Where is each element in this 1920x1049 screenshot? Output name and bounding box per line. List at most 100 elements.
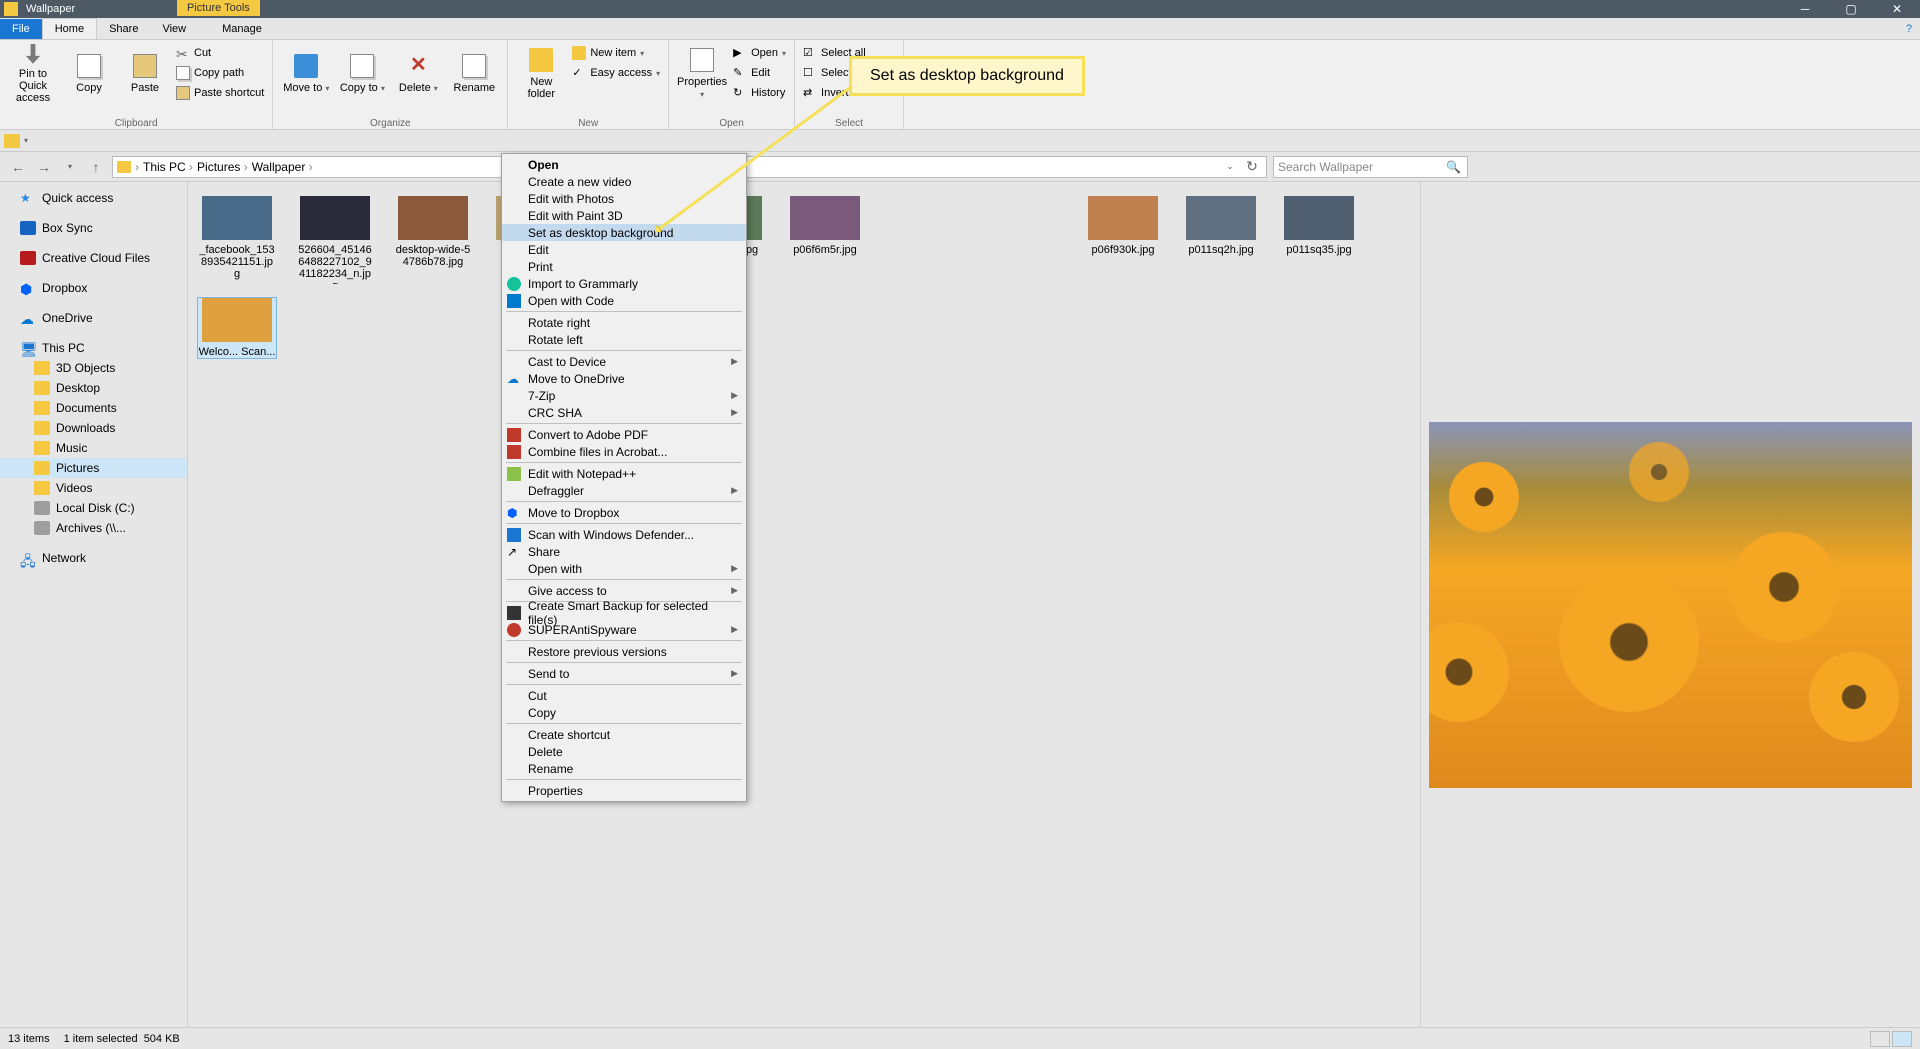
properties-button[interactable]: Properties ▾ <box>677 44 727 104</box>
recent-dropdown[interactable]: ▾ <box>60 157 80 177</box>
ctx-open[interactable]: Open <box>502 156 746 173</box>
ctx-create-video[interactable]: Create a new video <box>502 173 746 190</box>
minimize-button[interactable]: ─ <box>1782 0 1828 18</box>
tab-home[interactable]: Home <box>42 18 97 39</box>
ctx-combine-acrobat[interactable]: Combine files in Acrobat... <box>502 443 746 460</box>
sidebar-dropbox[interactable]: ⬢Dropbox <box>0 278 187 298</box>
sidebar-downloads[interactable]: Downloads <box>0 418 187 438</box>
tab-view[interactable]: View <box>150 19 198 39</box>
file-thumbnail[interactable]: _facebook_1538935421151.jpg <box>198 196 276 284</box>
back-button[interactable]: ← <box>8 157 28 177</box>
ctx-crc-sha[interactable]: CRC SHA▶ <box>502 404 746 421</box>
file-thumbnail[interactable]: p06f6m5r.jpg <box>786 196 864 284</box>
new-folder-button[interactable]: New folder <box>516 44 566 104</box>
copy-button[interactable]: Copy <box>64 44 114 104</box>
ctx-open-with[interactable]: Open with▶ <box>502 560 746 577</box>
ctx-restore-previous[interactable]: Restore previous versions <box>502 643 746 660</box>
ctx-rotate-right[interactable]: Rotate right <box>502 314 746 331</box>
tab-file[interactable]: File <box>0 19 42 39</box>
ctx-rename[interactable]: Rename <box>502 760 746 777</box>
ctx-defraggler[interactable]: Defraggler▶ <box>502 482 746 499</box>
file-pane[interactable]: _facebook_1538935421151.jpg 526604_451466… <box>188 182 1420 1027</box>
addr-dropdown[interactable]: ⌄ <box>1220 157 1240 177</box>
sidebar-pictures[interactable]: Pictures <box>0 458 187 478</box>
view-thumbnails-button[interactable] <box>1892 1031 1912 1047</box>
ctx-copy[interactable]: Copy <box>502 704 746 721</box>
sidebar-cc-files[interactable]: Creative Cloud Files <box>0 248 187 268</box>
paste-button[interactable]: Paste <box>120 44 170 104</box>
sidebar-quick-access[interactable]: ★Quick access <box>0 188 187 208</box>
ctx-cast[interactable]: Cast to Device▶ <box>502 353 746 370</box>
ctx-edit-notepad[interactable]: Edit with Notepad++ <box>502 465 746 482</box>
sidebar-this-pc[interactable]: 🖥This PC <box>0 338 187 358</box>
file-thumbnail[interactable]: desktop-wide-54786b78.jpg <box>394 196 472 284</box>
ctx-properties[interactable]: Properties <box>502 782 746 799</box>
delete-button[interactable]: ✕Delete ▾ <box>393 44 443 104</box>
help-button[interactable]: ? <box>1898 19 1920 39</box>
forward-button[interactable]: → <box>34 157 54 177</box>
ctx-move-dropbox[interactable]: ⬢Move to Dropbox <box>502 504 746 521</box>
ctx-edit[interactable]: Edit <box>502 241 746 258</box>
pin-quick-access-button[interactable]: Pin to Quick access <box>8 44 58 104</box>
ctx-scan-defender[interactable]: Scan with Windows Defender... <box>502 526 746 543</box>
ctx-print[interactable]: Print <box>502 258 746 275</box>
ctx-delete[interactable]: Delete <box>502 743 746 760</box>
ctx-smart-backup[interactable]: Create Smart Backup for selected file(s) <box>502 604 746 621</box>
edit-button[interactable]: ✎Edit <box>733 64 786 82</box>
search-input[interactable]: Search Wallpaper 🔍 <box>1273 156 1468 178</box>
sidebar-desktop[interactable]: Desktop <box>0 378 187 398</box>
ctx-give-access[interactable]: Give access to▶ <box>502 582 746 599</box>
ctx-superantispyware[interactable]: SUPERAntiSpyware▶ <box>502 621 746 638</box>
cut-button[interactable]: ✂Cut <box>176 44 264 62</box>
file-thumbnail[interactable]: p011sq2h.jpg <box>1182 196 1260 284</box>
ctx-share[interactable]: ↗Share <box>502 543 746 560</box>
sidebar-music[interactable]: Music <box>0 438 187 458</box>
ctx-cut[interactable]: Cut <box>502 687 746 704</box>
ctx-send-to[interactable]: Send to▶ <box>502 665 746 682</box>
ctx-convert-pdf[interactable]: Convert to Adobe PDF <box>502 426 746 443</box>
close-button[interactable]: ✕ <box>1874 0 1920 18</box>
disk-icon <box>34 501 50 515</box>
tab-manage[interactable]: Manage <box>210 19 274 39</box>
sidebar-3d-objects[interactable]: 3D Objects <box>0 358 187 378</box>
ctx-rotate-left[interactable]: Rotate left <box>502 331 746 348</box>
ctx-create-shortcut[interactable]: Create shortcut <box>502 726 746 743</box>
sidebar-local-disk[interactable]: Local Disk (C:) <box>0 498 187 518</box>
breadcrumb-thispc[interactable]: This PC <box>143 160 193 174</box>
ctx-import-grammarly[interactable]: Import to Grammarly <box>502 275 746 292</box>
ctx-7zip[interactable]: 7-Zip▶ <box>502 387 746 404</box>
sidebar-onedrive[interactable]: ☁OneDrive <box>0 308 187 328</box>
ctx-set-background[interactable]: Set as desktop background <box>502 224 746 241</box>
refresh-button[interactable]: ↻ <box>1242 157 1262 177</box>
sidebar-videos[interactable]: Videos <box>0 478 187 498</box>
move-to-button[interactable]: Move to ▾ <box>281 44 331 104</box>
tab-share[interactable]: Share <box>97 19 150 39</box>
ctx-edit-photos[interactable]: Edit with Photos <box>502 190 746 207</box>
file-thumbnail[interactable]: p011sq35.jpg <box>1280 196 1358 284</box>
sidebar-documents[interactable]: Documents <box>0 398 187 418</box>
copy-to-button[interactable]: Copy to ▾ <box>337 44 387 104</box>
breadcrumb-wallpaper[interactable]: Wallpaper <box>252 160 313 174</box>
breadcrumb-pictures[interactable]: Pictures <box>197 160 248 174</box>
rename-button[interactable]: Rename <box>449 44 499 104</box>
ctx-edit-paint3d[interactable]: Edit with Paint 3D <box>502 207 746 224</box>
ctx-open-code[interactable]: Open with Code <box>502 292 746 309</box>
copy-path-button[interactable]: Copy path <box>176 64 264 82</box>
file-thumbnail[interactable]: Welco... Scan... <box>198 298 276 358</box>
sidebar-box-sync[interactable]: Box Sync <box>0 218 187 238</box>
file-thumbnail[interactable]: 526604_451466488227102_941182234_n.jpg <box>296 196 374 284</box>
maximize-button[interactable]: ▢ <box>1828 0 1874 18</box>
sidebar-network[interactable]: 🖧Network <box>0 548 187 568</box>
ctx-move-onedrive[interactable]: ☁Move to OneDrive <box>502 370 746 387</box>
history-button[interactable]: ↻History <box>733 84 786 102</box>
open-button[interactable]: ▶Open ▾ <box>733 44 786 62</box>
new-item-button[interactable]: New item ▾ <box>572 44 660 62</box>
easy-access-button[interactable]: ✓Easy access ▾ <box>572 64 660 82</box>
file-thumbnail[interactable]: p06f930k.jpg <box>1084 196 1162 284</box>
qat-folder-icon[interactable] <box>4 134 20 148</box>
up-button[interactable]: ↑ <box>86 157 106 177</box>
sidebar-archives[interactable]: Archives (\\... <box>0 518 187 538</box>
view-details-button[interactable] <box>1870 1031 1890 1047</box>
qat-dropdown[interactable]: ▾ <box>24 136 28 145</box>
paste-shortcut-button[interactable]: Paste shortcut <box>176 84 264 102</box>
